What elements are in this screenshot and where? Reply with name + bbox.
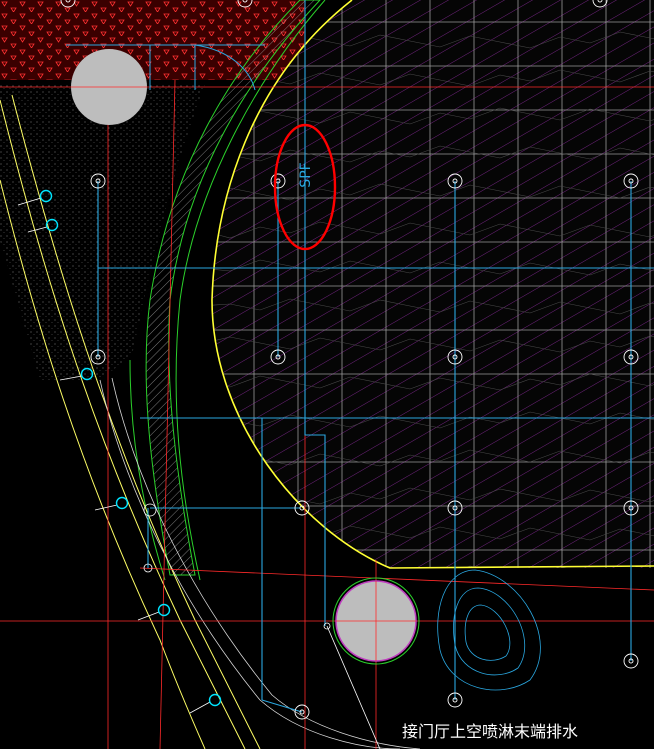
round-column-icon [335, 580, 417, 662]
floor-drain-icon [137, 603, 171, 621]
pipe-tag-label: SPF [298, 162, 314, 187]
contour-shape [437, 569, 541, 691]
floor-drain-icon [189, 693, 222, 714]
cad-drawing-canvas: SPF 接门厅上空喷淋末端排水 [0, 0, 654, 749]
drain-note: 接门厅上空喷淋末端排水 [402, 722, 578, 741]
round-column-icon [71, 49, 147, 125]
